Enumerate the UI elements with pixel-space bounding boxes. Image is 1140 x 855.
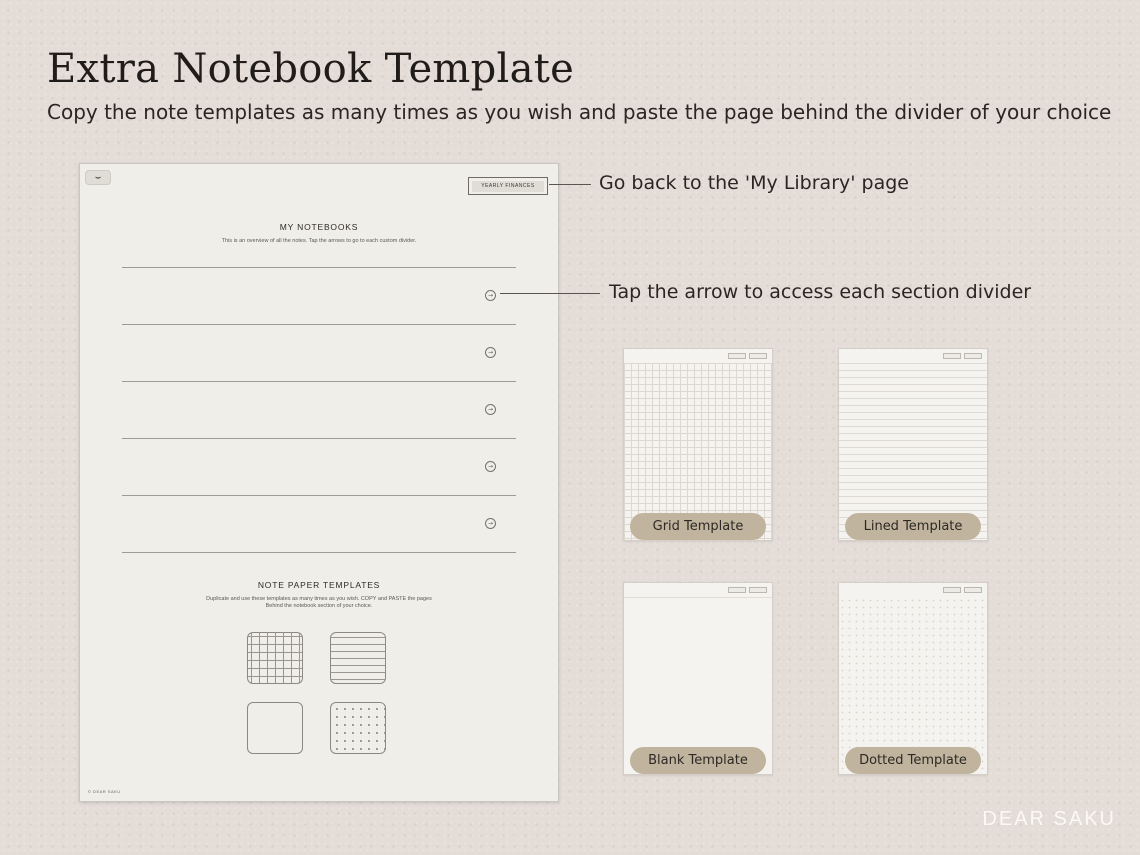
- dotted-template-card[interactable]: Dotted Template: [838, 582, 988, 775]
- my-library-button[interactable]: YEARLY FINANCES: [468, 177, 548, 195]
- grid-template-card[interactable]: Grid Template: [623, 348, 773, 541]
- dotted-template-thumbnail[interactable]: [330, 702, 386, 754]
- dotted-template-label: Dotted Template: [845, 747, 981, 774]
- arrow-right-icon[interactable]: →: [485, 347, 496, 358]
- blank-template-thumbnail[interactable]: [247, 702, 303, 754]
- arrow-right-icon[interactable]: →: [485, 518, 496, 529]
- divider: [122, 552, 516, 553]
- notebooks-description: This is an overview of all the notes. Ta…: [221, 238, 417, 244]
- notebooks-heading: MY NOTEBOOKS: [279, 222, 359, 232]
- grid-template-thumbnail[interactable]: [247, 632, 303, 684]
- templates-heading: NOTE PAPER TEMPLATES: [257, 580, 381, 590]
- templates-description: Duplicate and use these templates as man…: [80, 596, 558, 610]
- brand-logo: DEAR SAKU: [982, 808, 1116, 830]
- notebook-brand: © DEAR SAKU: [88, 789, 121, 794]
- card-topbar: [728, 353, 767, 359]
- notebook-list: → → → → →: [122, 267, 516, 553]
- notebook-row: →: [122, 382, 516, 438]
- lined-template-card[interactable]: Lined Template: [838, 348, 988, 541]
- templates-description-line: Duplicate and use these templates as man…: [206, 596, 432, 602]
- page-subtitle: Copy the note templates as many times as…: [47, 100, 1112, 124]
- notebook-row: →: [122, 439, 516, 495]
- arrow-right-icon[interactable]: →: [485, 404, 496, 415]
- grid-template-label: Grid Template: [630, 513, 766, 540]
- lined-template-label: Lined Template: [845, 513, 981, 540]
- my-library-button-label: YEARLY FINANCES: [472, 180, 544, 192]
- arrow-callout: Tap the arrow to access each section div…: [609, 281, 1032, 303]
- arrow-right-icon[interactable]: →: [485, 290, 496, 301]
- notebook-page: ⌣ YEARLY FINANCES MY NOTEBOOKS This is a…: [79, 163, 559, 802]
- card-topbar: [943, 353, 982, 359]
- notebook-row: →: [122, 268, 516, 324]
- arrow-right-icon[interactable]: →: [485, 461, 496, 472]
- library-callout: Go back to the 'My Library' page: [599, 172, 909, 194]
- blank-template-label: Blank Template: [630, 747, 766, 774]
- back-tab-icon[interactable]: ⌣: [85, 170, 111, 185]
- blank-template-card[interactable]: Blank Template: [623, 582, 773, 775]
- templates-description-line: Behind the notebook section of your choi…: [265, 603, 373, 609]
- lined-template-thumbnail[interactable]: [330, 632, 386, 684]
- page-title: Extra Notebook Template: [47, 46, 575, 92]
- notebook-row: →: [122, 496, 516, 552]
- card-topbar: [728, 587, 767, 593]
- library-callout-line: [549, 184, 591, 185]
- arrow-callout-line: [500, 293, 600, 294]
- notebook-row: →: [122, 325, 516, 381]
- card-topbar: [943, 587, 982, 593]
